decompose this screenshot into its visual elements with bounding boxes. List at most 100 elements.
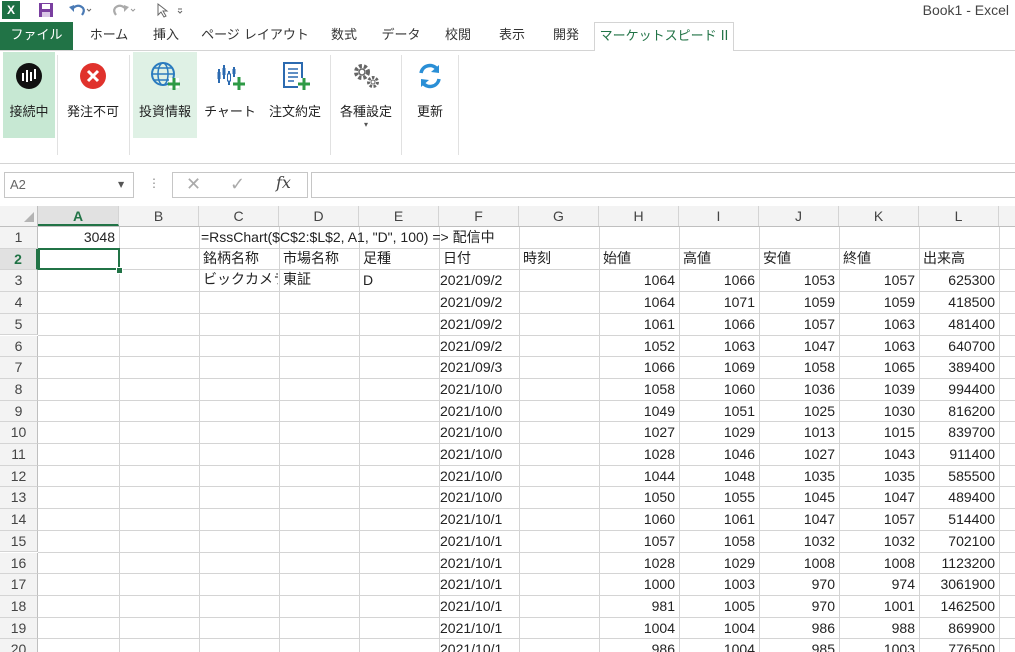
- cell-close[interactable]: 1063: [839, 336, 915, 357]
- formula-input[interactable]: [311, 172, 1015, 198]
- connect-button[interactable]: 接続中: [3, 52, 55, 138]
- tab-formulas[interactable]: 数式: [320, 22, 368, 50]
- cell-date[interactable]: 2021/10/1: [440, 531, 518, 552]
- undo-icon[interactable]: [68, 2, 92, 18]
- cell-open[interactable]: 1057: [599, 531, 675, 552]
- row-header-4[interactable]: 4: [0, 292, 38, 314]
- cell-volume[interactable]: 389400: [919, 357, 995, 378]
- row-header-11[interactable]: 11: [0, 444, 38, 466]
- cell-close[interactable]: 988: [839, 618, 915, 639]
- cell-d3[interactable]: 東証: [283, 270, 358, 291]
- cell-high[interactable]: 1071: [679, 292, 755, 313]
- cell-open[interactable]: 1066: [599, 357, 675, 378]
- cell-close[interactable]: 1030: [839, 401, 915, 422]
- column-header-e[interactable]: E: [359, 206, 439, 226]
- cell-volume[interactable]: 1462500: [919, 596, 995, 617]
- cell-date[interactable]: 2021/10/1: [440, 574, 518, 595]
- cell-volume[interactable]: 481400: [919, 314, 995, 335]
- cell-open[interactable]: 1050: [599, 487, 675, 508]
- column-header-b[interactable]: B: [119, 206, 199, 226]
- cell-open[interactable]: 1027: [599, 422, 675, 443]
- column-header-d[interactable]: D: [279, 206, 359, 226]
- cell-close[interactable]: 1063: [839, 314, 915, 335]
- cell-high[interactable]: 1029: [679, 553, 755, 574]
- cell-volume[interactable]: 625300: [919, 270, 995, 291]
- tab-home[interactable]: ホーム: [80, 22, 138, 50]
- cell-high[interactable]: 1066: [679, 270, 755, 291]
- cell-volume[interactable]: 911400: [919, 444, 995, 465]
- cell-volume[interactable]: 585500: [919, 466, 995, 487]
- excel-app-icon[interactable]: X: [2, 1, 20, 19]
- cell-high[interactable]: 1003: [679, 574, 755, 595]
- cell-open[interactable]: 1028: [599, 444, 675, 465]
- cell-open[interactable]: 1028: [599, 553, 675, 574]
- row-header-5[interactable]: 5: [0, 313, 38, 336]
- cell-close[interactable]: 1032: [839, 531, 915, 552]
- tab-file[interactable]: ファイル: [0, 22, 73, 50]
- tab-review[interactable]: 校閲: [434, 22, 482, 50]
- select-all-corner[interactable]: [0, 206, 38, 226]
- cell-high[interactable]: 1046: [679, 444, 755, 465]
- cell-low[interactable]: 970: [759, 574, 835, 595]
- tab-data[interactable]: データ: [374, 22, 428, 50]
- order-disabled-button[interactable]: 発注不可: [60, 52, 126, 138]
- row-header-7[interactable]: 7: [0, 357, 38, 379]
- cell-high[interactable]: 1005: [679, 596, 755, 617]
- cell-open[interactable]: 1000: [599, 574, 675, 595]
- cell-high[interactable]: 1063: [679, 336, 755, 357]
- cell-close[interactable]: 1008: [839, 553, 915, 574]
- cell-volume[interactable]: 640700: [919, 336, 995, 357]
- cell-high[interactable]: 1069: [679, 357, 755, 378]
- cell-low[interactable]: 1057: [759, 314, 835, 335]
- header-cell[interactable]: 出来高: [923, 249, 998, 270]
- cell-date[interactable]: 2021/10/0: [440, 466, 518, 487]
- row-header-10[interactable]: 10: [0, 422, 38, 444]
- tab-view[interactable]: 表示: [488, 22, 536, 50]
- cancel-icon[interactable]: ✕: [186, 174, 201, 195]
- row-header-12[interactable]: 12: [0, 465, 38, 488]
- cell-close[interactable]: 1059: [839, 292, 915, 313]
- row-header-19[interactable]: 19: [0, 617, 38, 640]
- row-header-16[interactable]: 16: [0, 552, 38, 575]
- tab-marketspeed[interactable]: マーケットスピード II: [594, 22, 734, 52]
- cell-date[interactable]: 2021/09/3: [440, 357, 518, 378]
- cell-date[interactable]: 2021/10/0: [440, 401, 518, 422]
- header-cell[interactable]: 安値: [763, 249, 838, 270]
- cell-date[interactable]: 2021/10/1: [440, 618, 518, 639]
- row-header-2[interactable]: 2: [0, 248, 38, 271]
- row-header-13[interactable]: 13: [0, 487, 38, 510]
- row-header-1[interactable]: 1: [0, 227, 38, 249]
- cell-a1[interactable]: 3048: [38, 227, 115, 248]
- cell-date[interactable]: 2021/10/0: [440, 379, 518, 400]
- cell-open[interactable]: 981: [599, 596, 675, 617]
- header-cell[interactable]: 始値: [603, 249, 678, 270]
- column-header-j[interactable]: J: [759, 206, 839, 226]
- row-header-6[interactable]: 6: [0, 335, 38, 358]
- cell-volume[interactable]: 489400: [919, 487, 995, 508]
- cell-volume[interactable]: 776500: [919, 639, 995, 652]
- cell-date[interactable]: 2021/10/0: [440, 487, 518, 508]
- column-header-l[interactable]: L: [919, 206, 999, 226]
- cell-volume[interactable]: 869900: [919, 618, 995, 639]
- worksheet-grid[interactable]: A B C D E F G H I J K L 1 2 3 4 5 6 7 8 9 10 11 12 13 14 15 16 17 18 1…: [0, 206, 1015, 652]
- cell-volume[interactable]: 994400: [919, 379, 995, 400]
- row-header-15[interactable]: 15: [0, 530, 38, 553]
- cell-volume[interactable]: 702100: [919, 531, 995, 552]
- cell-low[interactable]: 970: [759, 596, 835, 617]
- cell-date[interactable]: 2021/09/2: [440, 270, 518, 291]
- cell-open[interactable]: 1049: [599, 401, 675, 422]
- cell-close[interactable]: 1057: [839, 509, 915, 530]
- order-contract-button[interactable]: 注文約定: [262, 52, 328, 138]
- column-header-c[interactable]: C: [199, 206, 279, 226]
- cell-open[interactable]: 1052: [599, 336, 675, 357]
- row-header-20[interactable]: 20: [0, 639, 38, 652]
- cell-high[interactable]: 1051: [679, 401, 755, 422]
- row-header-18[interactable]: 18: [0, 595, 38, 618]
- cell-close[interactable]: 1043: [839, 444, 915, 465]
- cell-open[interactable]: 986: [599, 639, 675, 652]
- refresh-button[interactable]: 更新: [404, 52, 456, 138]
- cell-low[interactable]: 1036: [759, 379, 835, 400]
- cell-volume[interactable]: 418500: [919, 292, 995, 313]
- chevron-down-icon[interactable]: ▼: [118, 180, 124, 189]
- header-cell[interactable]: 銘柄名称: [203, 249, 278, 270]
